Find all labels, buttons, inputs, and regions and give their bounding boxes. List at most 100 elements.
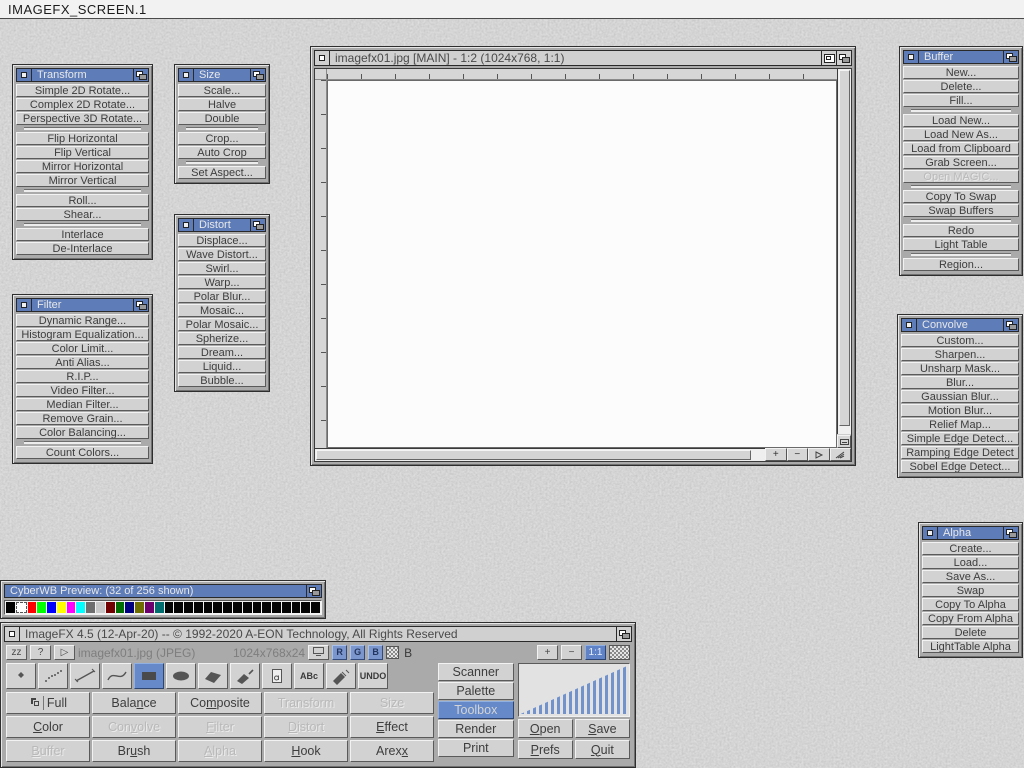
alpha-copy-to-alpha-button[interactable]: Copy To Alpha <box>922 598 1019 611</box>
brush-tool[interactable] <box>230 663 260 689</box>
close-icon[interactable] <box>179 219 194 231</box>
convolve-blur-button[interactable]: Blur... <box>901 376 1019 389</box>
palette-button[interactable]: Palette <box>438 682 514 700</box>
effect-button[interactable]: Effect <box>350 716 434 738</box>
size-set-aspect-button[interactable]: Set Aspect... <box>178 166 266 179</box>
color-swatch-1[interactable] <box>16 602 27 613</box>
zoom-in-button[interactable]: + <box>765 448 787 461</box>
convolve-unsharp-mask-button[interactable]: Unsharp Mask... <box>901 362 1019 375</box>
filter-median-filter-button[interactable]: Median Filter... <box>16 398 149 411</box>
transform-mirror-vertical-button[interactable]: Mirror Vertical <box>16 174 149 187</box>
zoom-gadget-icon[interactable] <box>821 51 836 65</box>
convolve-titlebar[interactable]: Convolve <box>901 318 1019 332</box>
filter-count-colors-button[interactable]: Count Colors... <box>16 446 149 459</box>
transform-de-interlace-button[interactable]: De-Interlace <box>16 242 149 255</box>
close-icon[interactable] <box>17 299 32 311</box>
full-button[interactable]: Full <box>6 692 90 714</box>
convolve-custom-button[interactable]: Custom... <box>901 334 1019 347</box>
color-swatch-12[interactable] <box>125 602 134 613</box>
undo-button[interactable]: UNDO <box>358 663 388 689</box>
curve-tool[interactable] <box>102 663 132 689</box>
distort-spherize-button[interactable]: Spherize... <box>178 332 266 345</box>
vertical-scrollbar[interactable] <box>837 69 851 434</box>
color-swatch-2[interactable] <box>28 602 37 613</box>
screen-mode-icon[interactable] <box>308 645 329 660</box>
distort-polar-blur-button[interactable]: Polar Blur... <box>178 290 266 303</box>
buffer-fill-button[interactable]: Fill... <box>903 94 1019 107</box>
depth-icon[interactable] <box>836 51 851 65</box>
color-swatch-10[interactable] <box>106 602 115 613</box>
help-button[interactable]: ? <box>30 645 51 660</box>
red-channel-toggle[interactable]: R <box>332 645 347 660</box>
distort-dream-button[interactable]: Dream... <box>178 346 266 359</box>
alpha-load-button[interactable]: Load... <box>922 556 1019 569</box>
distort-swirl-button[interactable]: Swirl... <box>178 262 266 275</box>
color-button[interactable]: Color <box>6 716 90 738</box>
color-swatch-8[interactable] <box>86 602 95 613</box>
transform-roll-button[interactable]: Roll... <box>16 194 149 207</box>
zoom-ratio-button[interactable]: 1:1 <box>585 645 606 660</box>
dither-preview-box[interactable] <box>386 646 399 659</box>
convolve-gaussian-blur-button[interactable]: Gaussian Blur... <box>901 390 1019 403</box>
filter-anti-alias-button[interactable]: Anti Alias... <box>16 356 149 369</box>
color-swatch-21[interactable] <box>213 602 222 613</box>
size-scale-button[interactable]: Scale... <box>178 84 266 97</box>
screen-dither-icon[interactable] <box>609 645 630 660</box>
filter-color-limit-button[interactable]: Color Limit... <box>16 342 149 355</box>
zoom-out-button[interactable]: − <box>561 645 582 660</box>
color-swatch-30[interactable] <box>301 602 310 613</box>
depth-icon[interactable] <box>1003 527 1018 539</box>
image-canvas[interactable] <box>327 80 837 448</box>
color-swatch-9[interactable] <box>96 602 105 613</box>
depth-icon[interactable] <box>133 69 148 81</box>
oval-tool[interactable] <box>166 663 196 689</box>
alpha-copy-from-alpha-button[interactable]: Copy From Alpha <box>922 612 1019 625</box>
size-crop-button[interactable]: Crop... <box>178 132 266 145</box>
hook-button[interactable]: Hook <box>264 740 348 762</box>
alpha-save-as-button[interactable]: Save As... <box>922 570 1019 583</box>
distort-displace-button[interactable]: Displace... <box>178 234 266 247</box>
buffer-load-new-button[interactable]: Load New... <box>903 114 1019 127</box>
render-button[interactable]: Render <box>438 720 514 738</box>
color-swatch-26[interactable] <box>262 602 271 613</box>
color-swatch-24[interactable] <box>243 602 252 613</box>
blue-channel-toggle[interactable]: B <box>368 645 383 660</box>
buffer-delete-button[interactable]: Delete... <box>903 80 1019 93</box>
play-button[interactable]: ▷ <box>54 645 75 660</box>
close-icon[interactable] <box>315 51 330 65</box>
color-swatch-4[interactable] <box>47 602 56 613</box>
close-icon[interactable] <box>904 51 919 63</box>
polygon-tool[interactable] <box>198 663 228 689</box>
color-swatch-18[interactable] <box>184 602 193 613</box>
convolve-simple-edge-detect-button[interactable]: Simple Edge Detect... <box>901 432 1019 445</box>
filter-remove-grain-button[interactable]: Remove Grain... <box>16 412 149 425</box>
depth-icon[interactable] <box>616 627 631 641</box>
depth-icon[interactable] <box>250 219 265 231</box>
buffer-grab-screen-button[interactable]: Grab Screen... <box>903 156 1019 169</box>
print-button[interactable]: Print <box>438 739 514 757</box>
buffer-redo-button[interactable]: Redo <box>903 224 1019 237</box>
color-swatch-15[interactable] <box>155 602 164 613</box>
transform-complex-2d-rotate-button[interactable]: Complex 2D Rotate... <box>16 98 149 111</box>
distort-wave-distort-button[interactable]: Wave Distort... <box>178 248 266 261</box>
alpha-lighttable-alpha-button[interactable]: LightTable Alpha <box>922 640 1019 653</box>
distort-liquid-button[interactable]: Liquid... <box>178 360 266 373</box>
size-double-button[interactable]: Double <box>178 112 266 125</box>
scroll-options-icon[interactable] <box>837 435 851 448</box>
color-swatch-23[interactable] <box>233 602 242 613</box>
close-icon[interactable] <box>923 527 938 539</box>
balance-button[interactable]: Balance <box>92 692 176 714</box>
horizontal-scroll-thumb[interactable] <box>316 450 751 460</box>
depth-icon[interactable] <box>1003 51 1018 63</box>
save-button[interactable]: Save <box>575 719 630 738</box>
buffer-new-button[interactable]: New... <box>903 66 1019 79</box>
buffer-load-new-as-button[interactable]: Load New As... <box>903 128 1019 141</box>
buffer-load-from-clipboard-button[interactable]: Load from Clipboard <box>903 142 1019 155</box>
open-button[interactable]: Open <box>518 719 573 738</box>
distort-warp-button[interactable]: Warp... <box>178 276 266 289</box>
alpha-titlebar[interactable]: Alpha <box>922 526 1019 540</box>
color-swatch-6[interactable] <box>67 602 76 613</box>
transform-shear-button[interactable]: Shear... <box>16 208 149 221</box>
transform-titlebar[interactable]: Transform <box>16 68 149 82</box>
close-icon[interactable] <box>5 627 20 641</box>
